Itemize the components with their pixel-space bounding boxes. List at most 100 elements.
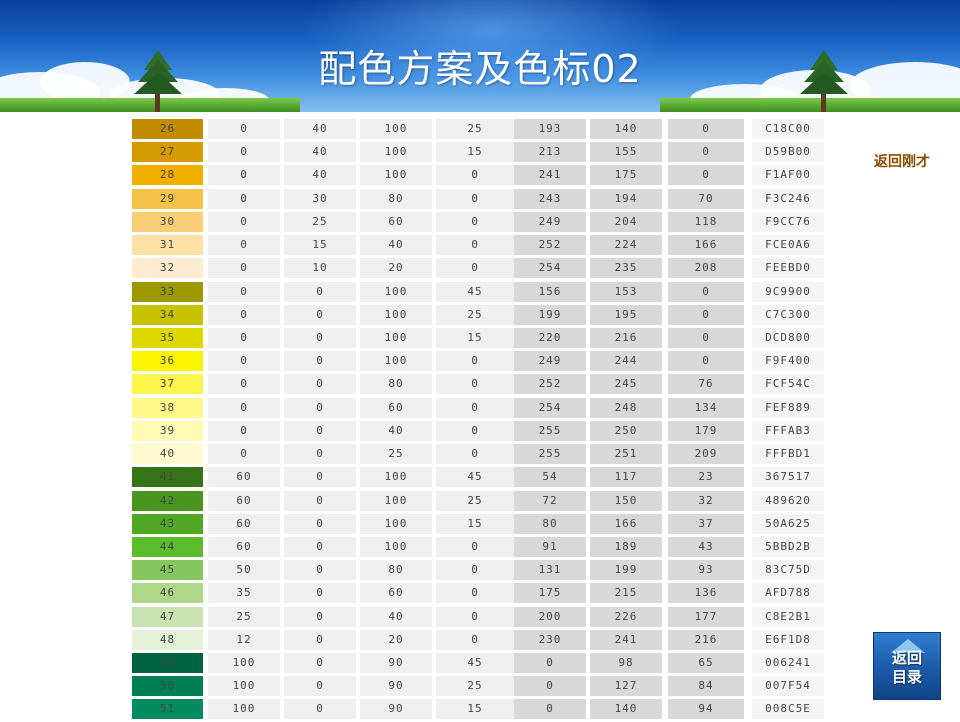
y-value: 100 [360,304,432,325]
y-value: 100 [360,513,432,534]
g-value: 215 [590,583,662,604]
b-value: 118 [668,211,744,232]
g-value: 189 [590,536,662,557]
c-value: 0 [208,281,280,302]
b-value: 179 [668,420,744,441]
b-value: 0 [668,351,744,372]
r-value: 0 [514,653,586,674]
y-value: 90 [360,653,432,674]
color-swatch-number: 42 [132,490,203,511]
b-value: 43 [668,536,744,557]
color-swatch-number: 40 [132,444,203,465]
k-value: 45 [436,467,514,488]
r-value: 241 [514,165,586,186]
color-swatch-number: 47 [132,606,203,627]
r-value: 54 [514,467,586,488]
c-value: 12 [208,629,280,650]
k-value: 15 [436,513,514,534]
c-value: 60 [208,536,280,557]
m-value: 40 [284,119,356,139]
color-swatch-number: 30 [132,211,203,232]
g-value: 194 [590,188,662,209]
k-value: 0 [436,211,514,232]
b-value: 37 [668,513,744,534]
b-value: 177 [668,606,744,627]
m-value: 0 [284,583,356,604]
b-value: 209 [668,444,744,465]
c-value: 100 [208,653,280,674]
color-swatch-number: 49 [132,653,203,674]
c-value: 0 [208,351,280,372]
back-link[interactable]: 返回刚才 [874,151,930,171]
c-value: 0 [208,304,280,325]
color-swatch-number: 33 [132,281,203,302]
r-value: 91 [514,536,586,557]
r-value: 254 [514,397,586,418]
table-row: 34 0 0 100 25 199 195 0 C7C300 [132,304,824,327]
table-row: 32 0 10 20 0 254 235 208 FEEBD0 [132,257,824,280]
y-value: 25 [360,444,432,465]
g-value: 140 [590,699,662,720]
table-row: 44 60 0 100 0 91 189 43 5BBD2B [132,536,824,559]
m-value: 0 [284,560,356,581]
g-value: 117 [590,467,662,488]
hex-value: C18C00 [752,119,824,139]
table-row: 27 0 40 100 15 213 155 0 D59B00 [132,141,824,164]
c-value: 0 [208,211,280,232]
table-row: 49 100 0 90 45 0 98 65 006241 [132,652,824,675]
m-value: 0 [284,653,356,674]
y-value: 80 [360,374,432,395]
table-row: 39 0 0 40 0 255 250 179 FFFAB3 [132,420,824,443]
m-value: 0 [284,397,356,418]
y-value: 60 [360,211,432,232]
g-value: 150 [590,490,662,511]
r-value: 200 [514,606,586,627]
table-row: 33 0 0 100 45 156 153 0 9C9900 [132,281,824,304]
b-value: 0 [668,165,744,186]
hex-value: 5BBD2B [752,536,824,557]
b-value: 134 [668,397,744,418]
color-swatch-number: 32 [132,258,203,279]
k-value: 25 [436,676,514,697]
b-value: 94 [668,699,744,720]
b-value: 93 [668,560,744,581]
c-value: 0 [208,444,280,465]
k-value: 25 [436,490,514,511]
g-value: 250 [590,420,662,441]
k-value: 0 [436,397,514,418]
table-row: 38 0 0 60 0 254 248 134 FEF889 [132,397,824,420]
y-value: 80 [360,560,432,581]
color-swatch-number: 34 [132,304,203,325]
table-row: 30 0 25 60 0 249 204 118 F9CC76 [132,211,824,234]
g-value: 155 [590,142,662,163]
color-swatch-number: 27 [132,142,203,163]
c-value: 60 [208,490,280,511]
k-value: 15 [436,699,514,720]
m-value: 0 [284,444,356,465]
table-row: 35 0 0 100 15 220 216 0 DCD800 [132,327,824,350]
k-value: 0 [436,258,514,279]
g-value: 199 [590,560,662,581]
k-value: 0 [436,444,514,465]
m-value: 0 [284,490,356,511]
m-value: 0 [284,374,356,395]
m-value: 0 [284,629,356,650]
color-swatch-number: 29 [132,188,203,209]
m-value: 10 [284,258,356,279]
c-value: 0 [208,188,280,209]
r-value: 252 [514,374,586,395]
hex-value: AFD788 [752,583,824,604]
c-value: 60 [208,513,280,534]
r-value: 175 [514,583,586,604]
m-value: 0 [284,420,356,441]
c-value: 0 [208,235,280,256]
r-value: 0 [514,699,586,720]
y-value: 60 [360,583,432,604]
table-of-contents-button[interactable]: 返回 目录 [873,632,941,700]
y-value: 60 [360,397,432,418]
page-title: 配色方案及色标02 [318,47,642,91]
m-value: 0 [284,351,356,372]
header-banner: 配色方案及色标02 [0,0,960,112]
m-value: 25 [284,211,356,232]
hex-value: 83C75D [752,560,824,581]
